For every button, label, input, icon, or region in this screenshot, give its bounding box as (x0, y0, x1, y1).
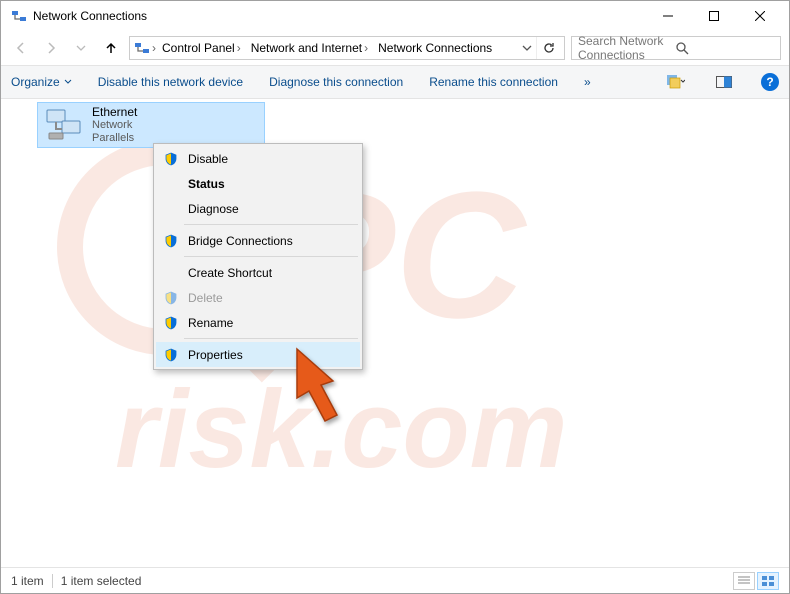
refresh-button[interactable] (536, 37, 560, 59)
network-icon (11, 8, 27, 24)
separator (184, 256, 358, 257)
disable-device-button[interactable]: Disable this network device (98, 75, 243, 89)
address-bar[interactable]: › Control Panel› Network and Internet› N… (129, 36, 565, 60)
adapter-device: Parallels (92, 132, 137, 145)
ctx-diagnose[interactable]: Diagnose (156, 196, 360, 221)
adapter-name: Ethernet (92, 105, 137, 119)
ctx-disable[interactable]: Disable (156, 146, 360, 171)
status-selected-count: 1 item selected (61, 574, 142, 588)
command-bar: Organize Disable this network device Dia… (1, 65, 789, 99)
status-bar: 1 item 1 item selected (1, 567, 789, 593)
nav-recent-button[interactable] (69, 36, 93, 60)
chevron-right-icon: › (152, 41, 156, 55)
tiles-view-button[interactable] (757, 572, 779, 590)
minimize-button[interactable] (645, 1, 691, 31)
adapter-text: Ethernet Network Parallels (92, 105, 137, 146)
address-history-dropdown[interactable] (522, 43, 532, 53)
context-menu: Disable Status Diagnose Bridge Connectio… (153, 143, 363, 370)
breadcrumb-root-icon (134, 40, 150, 56)
adapter-status: Network (92, 119, 137, 132)
address-row: › Control Panel› Network and Internet› N… (1, 31, 789, 65)
close-button[interactable] (737, 1, 783, 31)
shield-icon (162, 289, 180, 307)
nav-up-button[interactable] (99, 36, 123, 60)
diagnose-connection-button[interactable]: Diagnose this connection (269, 75, 403, 89)
organize-button[interactable]: Organize (11, 75, 72, 89)
ctx-create-shortcut[interactable]: Create Shortcut (156, 260, 360, 285)
more-commands-button[interactable]: » (584, 75, 591, 89)
shield-icon (162, 232, 180, 250)
separator (184, 224, 358, 225)
search-placeholder: Search Network Connections (578, 34, 676, 62)
rename-connection-button[interactable]: Rename this connection (429, 75, 558, 89)
title-bar: Network Connections (1, 1, 789, 31)
search-icon (676, 42, 774, 55)
shield-icon (162, 150, 180, 168)
nav-back-button[interactable] (9, 36, 33, 60)
shield-icon (162, 346, 180, 364)
adapter-ethernet[interactable]: Ethernet Network Parallels (37, 102, 265, 148)
ctx-bridge-connections[interactable]: Bridge Connections (156, 228, 360, 253)
ctx-rename[interactable]: Rename (156, 310, 360, 335)
adapter-icon (44, 105, 84, 145)
window-title: Network Connections (33, 9, 147, 23)
ctx-delete: Delete (156, 285, 360, 310)
shield-icon (162, 314, 180, 332)
maximize-button[interactable] (691, 1, 737, 31)
ctx-status[interactable]: Status (156, 171, 360, 196)
status-item-count: 1 item (11, 574, 44, 588)
details-view-button[interactable] (733, 572, 755, 590)
annotation-arrow (287, 343, 357, 423)
nav-forward-button[interactable] (39, 36, 63, 60)
breadcrumb-network-internet[interactable]: Network and Internet› (247, 37, 372, 59)
content-area: Ethernet Network Parallels Disable Statu… (1, 99, 789, 567)
help-button[interactable]: ? (761, 73, 779, 91)
preview-pane-button[interactable] (713, 71, 735, 93)
view-options-button[interactable] (665, 71, 687, 93)
separator (52, 574, 53, 588)
window-title-area: Network Connections (7, 8, 645, 24)
separator (184, 338, 358, 339)
breadcrumb-control-panel[interactable]: Control Panel› (158, 37, 245, 59)
search-input[interactable]: Search Network Connections (571, 36, 781, 60)
view-toggle (733, 572, 779, 590)
breadcrumb-network-connections[interactable]: Network Connections (374, 37, 496, 59)
